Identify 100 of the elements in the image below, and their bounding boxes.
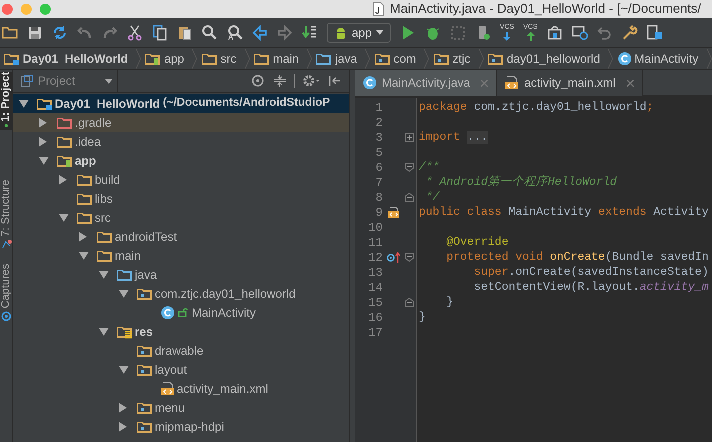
- code-line: public class MainActivity extends Activity: [419, 205, 709, 220]
- cut-icon[interactable]: [127, 24, 143, 40]
- code-line: setContentView(R.layout.activity_m: [473, 280, 709, 295]
- side-tab[interactable]: Captures: [0, 254, 12, 324]
- collapse-icon[interactable]: [274, 75, 286, 87]
- replace-icon[interactable]: [227, 24, 243, 40]
- folder-icon: [254, 52, 270, 66]
- view-selector[interactable]: Project: [38, 70, 118, 92]
- breadcrumb[interactable]: java: [312, 48, 366, 70]
- project-structure-icon[interactable]: [646, 24, 663, 40]
- tree-item[interactable]: main: [13, 246, 349, 265]
- make-icon[interactable]: [302, 24, 318, 40]
- editor-tab[interactable]: activity_main.xml: [497, 70, 643, 96]
- expanded-arrow-icon[interactable]: [99, 328, 109, 336]
- breadcrumb[interactable]: main: [250, 48, 308, 70]
- tree-item[interactable]: mipmap-hdpi: [13, 417, 349, 436]
- tree-item[interactable]: java: [13, 265, 349, 284]
- layout-file-icon[interactable]: [388, 206, 400, 218]
- breadcrumb[interactable]: src: [198, 48, 245, 70]
- line-number: 13: [368, 264, 383, 282]
- expanded-arrow-icon[interactable]: [99, 270, 109, 278]
- tree-item[interactable]: libs: [13, 189, 349, 208]
- collapse-fold-icon[interactable]: [405, 163, 414, 172]
- line-number: 11: [368, 234, 383, 252]
- breadcrumb[interactable]: MainActivity: [614, 48, 707, 70]
- history-icon[interactable]: [546, 24, 563, 40]
- collapse-fold-icon[interactable]: [405, 253, 414, 262]
- code-line: /**: [419, 160, 440, 175]
- tree-item[interactable]: menu: [13, 398, 349, 417]
- chevron-icon: [424, 48, 430, 70]
- tree-item[interactable]: androidTest: [13, 227, 349, 246]
- expanded-arrow-icon[interactable]: [19, 100, 29, 108]
- compare-icon[interactable]: [572, 24, 588, 40]
- tree-item[interactable]: activity_main.xml: [13, 379, 349, 398]
- folder-icon[interactable]: [2, 24, 18, 40]
- back-icon[interactable]: [252, 24, 268, 40]
- tree-item[interactable]: app: [13, 151, 349, 170]
- code-line: @Override: [446, 235, 509, 250]
- settings-icon[interactable]: [303, 75, 321, 87]
- tree-item[interactable]: MainActivity: [13, 303, 349, 322]
- line-number: 17: [368, 324, 383, 342]
- tree-item[interactable]: com.ztjc.day01_helloworld: [13, 284, 349, 303]
- side-tab[interactable]: 1: Project: [0, 72, 12, 130]
- code-line: }: [446, 295, 454, 310]
- fold-end-icon[interactable]: [405, 298, 414, 307]
- expand-fold-icon[interactable]: [405, 133, 414, 142]
- tree-item[interactable]: .idea: [13, 132, 349, 151]
- tree-item[interactable]: src: [13, 208, 349, 227]
- captures-icon: [0, 311, 12, 322]
- undo-icon[interactable]: [77, 24, 93, 40]
- copy-icon[interactable]: [152, 24, 168, 40]
- collapsed-arrow-icon[interactable]: [59, 174, 67, 184]
- breadcrumb[interactable]: Day01_HelloWorld: [0, 48, 136, 70]
- expanded-arrow-icon[interactable]: [39, 156, 49, 164]
- close-icon[interactable]: [626, 80, 634, 86]
- breadcrumb[interactable]: com: [370, 48, 424, 70]
- chevron-icon: [478, 48, 484, 70]
- tree-item[interactable]: Day01_HelloWorld (~/Documents/AndroidStudioP: [13, 94, 349, 113]
- folder-icon: [57, 134, 73, 148]
- tree-item[interactable]: res: [13, 322, 349, 341]
- tree-item[interactable]: build: [13, 170, 349, 189]
- line-number: 9: [374, 204, 383, 222]
- editor-tab[interactable]: MainActivity.java: [355, 70, 498, 96]
- breadcrumb[interactable]: day01_helloworld: [484, 48, 608, 70]
- revert-icon[interactable]: [596, 24, 613, 40]
- breadcrumb[interactable]: app: [141, 48, 192, 70]
- search-icon[interactable]: [202, 24, 218, 40]
- expanded-arrow-icon[interactable]: [119, 366, 129, 374]
- collapsed-arrow-icon[interactable]: [79, 232, 87, 242]
- tree-item[interactable]: drawable: [13, 341, 349, 360]
- tree-item[interactable]: .gradle: [13, 113, 349, 132]
- redo-icon[interactable]: [102, 24, 118, 40]
- side-tab[interactable]: 7: Structure: [0, 132, 12, 252]
- expanded-arrow-icon[interactable]: [119, 290, 129, 298]
- class-icon: [363, 76, 377, 90]
- run-icon[interactable]: [400, 24, 416, 40]
- hide-panel-icon[interactable]: [329, 75, 341, 87]
- sync-icon[interactable]: [52, 24, 68, 40]
- tree-item[interactable]: layout: [13, 360, 349, 379]
- code-line: }: [419, 310, 426, 325]
- save-icon[interactable]: [27, 24, 43, 40]
- folder-icon: [145, 52, 162, 66]
- forward-icon[interactable]: [277, 24, 293, 40]
- locate-icon[interactable]: [252, 75, 264, 87]
- fold-end-icon[interactable]: [405, 193, 414, 202]
- java-file-icon: [373, 2, 384, 16]
- line-number: 16: [368, 310, 383, 326]
- expanded-arrow-icon[interactable]: [59, 214, 69, 222]
- line-number: 1: [374, 100, 383, 116]
- line-number: 7: [374, 174, 383, 192]
- run-configuration-dropdown[interactable]: app: [327, 22, 392, 42]
- line-number: 14: [368, 280, 383, 296]
- package-icon: [137, 344, 153, 358]
- package-icon: [137, 362, 153, 376]
- wrench-icon[interactable]: [622, 24, 638, 40]
- expanded-arrow-icon[interactable]: [79, 252, 89, 260]
- breadcrumb[interactable]: ztjc: [430, 48, 479, 70]
- override-icon[interactable]: [387, 252, 401, 264]
- paste-icon[interactable]: [177, 24, 193, 40]
- chevron-icon: [365, 48, 371, 70]
